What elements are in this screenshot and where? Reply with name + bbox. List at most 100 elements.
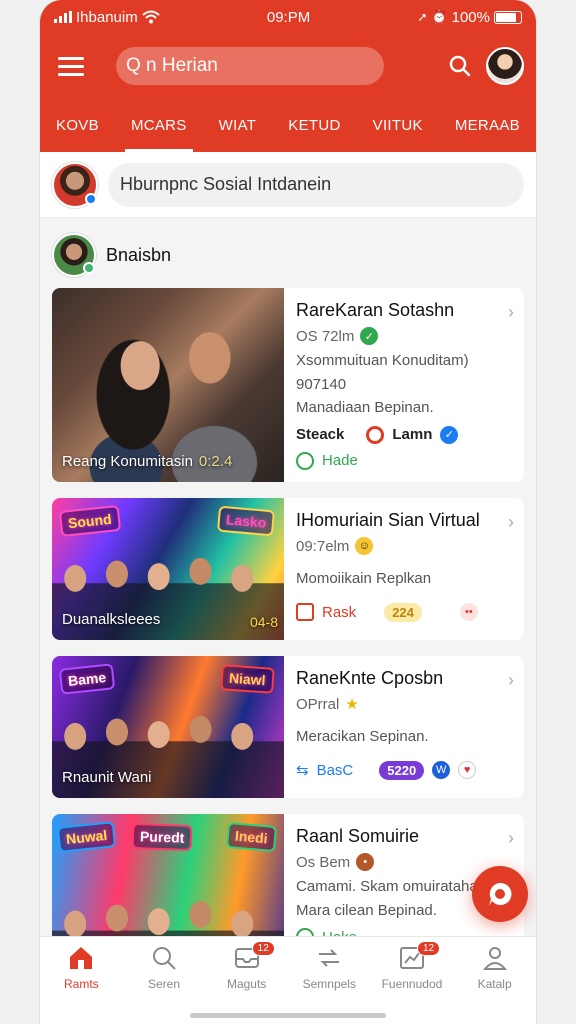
tab-label: VIITUK bbox=[372, 116, 423, 134]
chevron-right-icon[interactable]: › bbox=[508, 670, 514, 691]
hide-icon bbox=[296, 451, 314, 470]
post-card[interactable]: Sound Lasko Duanalksleees 04-8 › IHomuri… bbox=[52, 498, 524, 640]
search-bar[interactable]: Q n Herian bbox=[116, 47, 384, 85]
nav-search[interactable]: Seren bbox=[129, 945, 199, 1024]
neon-sign: Niawl bbox=[220, 664, 275, 694]
search-icon[interactable] bbox=[444, 50, 476, 82]
thumbnail-caption: Rnaunit Wani bbox=[62, 769, 152, 786]
star-icon: ★ bbox=[345, 696, 359, 713]
thumbnail-caption: Reang Konumitasin 0:2.4 bbox=[62, 453, 232, 470]
heart-icon[interactable]: ♥ bbox=[458, 761, 477, 779]
post-thumbnail[interactable]: Sound Lasko Duanalksleees 04-8 bbox=[52, 498, 284, 640]
neon-sign: Inedi bbox=[226, 821, 278, 853]
rask-button[interactable]: Rask bbox=[322, 604, 356, 621]
menu-icon[interactable] bbox=[52, 46, 92, 86]
post-card[interactable]: Reang Konumitasin 0:2.4 › RareKaran Sotas… bbox=[52, 288, 524, 482]
report-icon bbox=[296, 603, 314, 621]
chevron-right-icon[interactable]: › bbox=[508, 512, 514, 533]
post-actions: ⇆ BasC 5220 W ♥ bbox=[296, 760, 514, 780]
meta-text: 09:7elm bbox=[296, 537, 350, 555]
post-subtitle: Manadiaan Bepinan. bbox=[296, 399, 434, 416]
location-icon: ➚ bbox=[417, 10, 428, 24]
meta-text: OPrral bbox=[296, 695, 340, 713]
nav-found[interactable]: 12 Fuennudod bbox=[377, 941, 447, 1024]
home-indicator[interactable] bbox=[190, 1013, 386, 1018]
thumbnail-caption: Duanalksleees bbox=[62, 611, 161, 628]
neon-sign: Sound bbox=[58, 504, 121, 538]
tab-label: KOVB bbox=[56, 116, 99, 134]
reaction-icon[interactable]: •• bbox=[459, 603, 478, 621]
record-icon bbox=[366, 425, 385, 444]
caption-tag: 0:2.4 bbox=[198, 453, 233, 470]
chevron-right-icon[interactable]: › bbox=[508, 302, 514, 323]
battery-icon bbox=[493, 10, 522, 24]
tab-label: MERAAB bbox=[454, 116, 520, 134]
search-icon bbox=[152, 947, 176, 970]
status-dot bbox=[85, 192, 97, 205]
nav-label: Maguts bbox=[226, 977, 267, 991]
tab-viituk[interactable]: VIITUK bbox=[367, 98, 429, 152]
user-avatar[interactable] bbox=[52, 161, 98, 208]
post-meta: 09:7elm ☺ bbox=[296, 537, 514, 555]
composer-input[interactable]: Hburnpnc Sosial Intdanein bbox=[108, 162, 524, 207]
post-meta: Os Bem • bbox=[296, 853, 514, 871]
thumbnail-badge: 04-8 bbox=[249, 614, 278, 630]
score-pill: 224 bbox=[384, 602, 422, 622]
post-info: › RareKaran Sotashn OS 72lm ✓ Xsommuitua… bbox=[284, 288, 524, 482]
post-actions: Rask 224 •• bbox=[296, 602, 514, 622]
phone-frame: Ihbanuim 09:PM ➚ ⏰ 100% Q n Herian KOVB bbox=[40, 0, 536, 1024]
post-title: Raanl Somuirie bbox=[296, 826, 420, 846]
neon-sign: Bame bbox=[58, 663, 116, 695]
neon-sign: Puredt bbox=[131, 822, 193, 852]
notification-badge: 12 bbox=[416, 941, 441, 956]
nav-profile[interactable]: Katalp bbox=[460, 945, 530, 1024]
clock-label: 09:PM bbox=[266, 8, 311, 26]
post-title: RaneKnte Cposbn bbox=[296, 668, 444, 688]
tab-label: KETUD bbox=[288, 116, 341, 134]
user-icon bbox=[482, 947, 507, 970]
meta-text: Os Bem bbox=[296, 853, 351, 871]
feed-list: Reang Konumitasin 0:2.4 › RareKaran Sotas… bbox=[40, 288, 536, 1008]
notification-badge: 12 bbox=[251, 941, 275, 956]
app-header: Ihbanuim 09:PM ➚ ⏰ 100% Q n Herian KOVB bbox=[40, 0, 536, 152]
tab-meraab[interactable]: MERAAB bbox=[449, 98, 526, 152]
lamn-button[interactable]: Lamn bbox=[392, 426, 432, 443]
post-card[interactable]: Bame Niawl Rnaunit Wani › RaneKnte Cposb… bbox=[52, 656, 524, 798]
section-avatar[interactable] bbox=[52, 233, 96, 277]
composer-placeholder: Hburnpnc Sosial Intdanein bbox=[120, 174, 332, 194]
section-header: Bnaisbn bbox=[40, 226, 536, 284]
hide-label[interactable]: Hade bbox=[322, 452, 358, 469]
tab-ketud[interactable]: KETUD bbox=[282, 98, 346, 152]
nav-home[interactable]: Ramts bbox=[46, 945, 116, 1024]
battery-percent: 100% bbox=[451, 8, 490, 26]
signal-icon bbox=[54, 11, 72, 23]
post-meta: OPrral ★ bbox=[296, 695, 514, 714]
post-title: RareKaran Sotashn bbox=[296, 300, 455, 320]
share-icon: ⇆ bbox=[296, 762, 309, 779]
post-description: Meracikan Sepinan. bbox=[296, 728, 429, 745]
verified-icon: ✓ bbox=[440, 425, 459, 444]
tab-kovb[interactable]: KOVB bbox=[50, 98, 105, 152]
post-description: Momoiikain Replkan bbox=[296, 570, 432, 587]
tab-label: MCARS bbox=[130, 116, 187, 134]
stack-button[interactable]: Steack bbox=[296, 426, 344, 443]
neon-sign: Nuwal bbox=[56, 821, 117, 853]
search-text[interactable]: Q n Herian bbox=[126, 55, 218, 77]
tab-wiat[interactable]: WIAT bbox=[213, 98, 263, 152]
post-composer: Hburnpnc Sosial Intdanein bbox=[40, 152, 536, 218]
coin-icon: • bbox=[356, 853, 375, 871]
post-thumbnail[interactable]: Bame Niawl Rnaunit Wani bbox=[52, 656, 284, 798]
profile-avatar[interactable] bbox=[486, 47, 524, 85]
nav-label: Fuennudod bbox=[381, 977, 443, 991]
post-footer: Hade bbox=[296, 451, 514, 470]
compose-fab[interactable] bbox=[472, 866, 528, 922]
tab-mcars[interactable]: MCARS bbox=[124, 98, 193, 152]
check-icon: ✓ bbox=[360, 327, 379, 345]
home-icon bbox=[70, 947, 93, 969]
swap-icon bbox=[319, 949, 340, 967]
post-thumbnail[interactable]: Reang Konumitasin 0:2.4 bbox=[52, 288, 284, 482]
status-bar: Ihbanuim 09:PM ➚ ⏰ 100% bbox=[40, 0, 536, 34]
section-title: Bnaisbn bbox=[106, 244, 172, 265]
chevron-right-icon[interactable]: › bbox=[508, 828, 514, 849]
basc-button[interactable]: BasC bbox=[317, 762, 354, 779]
